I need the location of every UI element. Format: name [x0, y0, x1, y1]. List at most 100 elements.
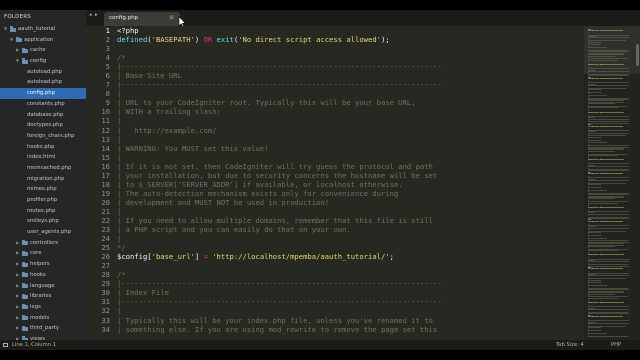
code-line[interactable]: | If it is not set, then CodeIgniter wil… — [117, 162, 584, 171]
disclosure-arrow-icon[interactable]: ▶ — [16, 291, 19, 302]
folder-icon — [22, 261, 28, 267]
code-line[interactable]: | URL to your CodeIgniter root. Typicall… — [117, 98, 584, 107]
sidebar-folder[interactable]: ▶ helpers — [0, 259, 86, 270]
code-line[interactable]: | — [117, 306, 584, 315]
minimap-stroke — [621, 316, 623, 317]
sidebar-file[interactable]: user_agents.php — [0, 227, 86, 238]
disclosure-arrow-icon[interactable]: ▶ — [16, 313, 19, 324]
sidebar-item-label: logs — [30, 303, 41, 310]
sidebar-folder[interactable]: ▶ cache — [0, 45, 86, 56]
code-line[interactable] — [117, 44, 584, 53]
line-number: 27 — [101, 261, 110, 271]
code-line[interactable]: | development and MUST NOT be used in pr… — [117, 198, 584, 207]
disclosure-arrow-icon[interactable]: ▼ — [10, 35, 13, 46]
disclosure-arrow-icon[interactable]: ▶ — [16, 302, 19, 313]
sidebar-file[interactable]: memcached.php — [0, 163, 86, 174]
code-line[interactable]: | Typically this will be your index.php … — [117, 316, 584, 325]
sidebar-file[interactable]: database.php — [0, 110, 86, 121]
code-area[interactable]: <?php defined('BASEPATH') OR exit('No dir… — [117, 26, 584, 340]
code-line[interactable]: | — [117, 234, 584, 243]
line-number: 1 — [105, 26, 110, 35]
sidebar-file[interactable]: hooks.php — [0, 142, 86, 153]
sidebar-folder[interactable]: ▼ application — [0, 35, 86, 46]
scrollbar-thumb[interactable] — [636, 44, 639, 66]
code-line[interactable]: | WITH a trailing slash: — [117, 107, 584, 116]
disclosure-arrow-icon[interactable]: ▶ — [16, 248, 19, 259]
code-line[interactable]: /* — [117, 270, 584, 279]
sidebar-file[interactable]: autoload.php — [0, 77, 86, 88]
sidebar-file[interactable]: profiler.php — [0, 195, 86, 206]
sidebar-folder[interactable]: ▶ controllers — [0, 238, 86, 249]
disclosure-arrow-icon[interactable]: ▶ — [16, 323, 19, 334]
line-number: 9 — [105, 98, 110, 108]
minimap[interactable] — [584, 26, 640, 340]
disclosure-arrow-icon[interactable]: ▶ — [16, 45, 19, 56]
code-line[interactable]: | your installation, but due to security… — [117, 171, 584, 180]
minimap-stroke — [588, 47, 608, 49]
sidebar-folder[interactable]: ▶ libraries — [0, 291, 86, 302]
letterbox-bottom — [0, 350, 640, 360]
code-line[interactable]: |---------------------------------------… — [117, 80, 584, 89]
disclosure-arrow-icon[interactable]: ▼ — [16, 56, 19, 67]
folder-icon — [22, 250, 28, 257]
disclosure-arrow-icon[interactable]: ▶ — [16, 270, 19, 281]
code-line[interactable]: | — [117, 153, 584, 162]
code-editor[interactable]: 1 2 3 4 5 6 7 8 9 10 11 12 13 14 15 16 17 18 19 20 21 22 23 24 2… — [86, 26, 584, 340]
code-line[interactable]: |---------------------------------------… — [117, 297, 584, 306]
disclosure-arrow-icon[interactable]: ▶ — [16, 281, 19, 292]
sidebar-file[interactable]: constants.php — [0, 99, 86, 110]
minimap-stroke — [600, 111, 623, 113]
code-line[interactable]: | — [117, 89, 584, 98]
code-line[interactable]: | http://example.com/ — [117, 126, 584, 135]
disclosure-arrow-icon[interactable]: ▶ — [16, 259, 19, 270]
sidebar-folder[interactable]: ▶ language — [0, 281, 86, 292]
sidebar-file[interactable]: config.php — [0, 88, 86, 99]
code-line[interactable]: |---------------------------------------… — [117, 279, 584, 288]
sidebar-file[interactable]: autoload.php — [0, 67, 86, 78]
sidebar-file[interactable]: foreign_chars.php — [0, 131, 86, 142]
minimap-stroke — [600, 302, 623, 303]
tab-close-icon[interactable]: ⊠ — [169, 15, 174, 21]
sidebar-file[interactable]: mimes.php — [0, 184, 86, 195]
sidebar-folder[interactable]: ▼ aauth_tutorial — [0, 24, 86, 35]
code-line[interactable]: | a PHP script and you can easily do tha… — [117, 225, 584, 234]
syntax-mode[interactable]: PHP — [611, 340, 621, 350]
sidebar-file[interactable]: migration.php — [0, 174, 86, 185]
code-line[interactable]: $config['base_url'] = 'http://localhost/… — [117, 252, 584, 261]
code-line[interactable]: |---------------------------------------… — [117, 62, 584, 71]
sidebar-file[interactable]: index.html — [0, 152, 86, 163]
tab-size[interactable]: Tab Size: 4 — [556, 340, 584, 350]
code-line[interactable]: | Index File — [117, 288, 584, 297]
nav-arrows-icon[interactable]: ◂ ▸ — [89, 12, 99, 18]
sidebar-folder[interactable]: ▼ config — [0, 56, 86, 67]
disclosure-arrow-icon[interactable]: ▼ — [4, 24, 7, 35]
code-line[interactable]: | — [117, 207, 584, 216]
sidebar-item-label: routes.php — [27, 207, 56, 214]
sidebar-folder[interactable]: ▶ logs — [0, 302, 86, 313]
status-bar: Line 1, Column 1 Tab Size: 4 PHP — [0, 340, 640, 350]
status-panel-icon[interactable] — [3, 343, 8, 347]
code-line[interactable]: | — [117, 116, 584, 125]
sidebar-file[interactable]: routes.php — [0, 206, 86, 217]
code-line[interactable]: | Base Site URL — [117, 71, 584, 80]
code-line[interactable]: | The auto-detection mechanism exists on… — [117, 189, 584, 198]
sidebar-folder[interactable]: ▶ core — [0, 248, 86, 259]
sidebar-file[interactable]: doctypes.php — [0, 120, 86, 131]
code-line[interactable]: | to $_SERVER['SERVER_ADDR'] if availabl… — [117, 180, 584, 189]
disclosure-arrow-icon[interactable]: ▶ — [16, 238, 19, 249]
code-line[interactable]: <?php — [117, 26, 584, 35]
code-line[interactable]: | — [117, 135, 584, 144]
sidebar-folder[interactable]: ▶ models — [0, 313, 86, 324]
code-line[interactable]: | If you need to allow multiple domains,… — [117, 216, 584, 225]
code-line[interactable]: defined('BASEPATH') OR exit('No direct s… — [117, 35, 584, 44]
code-line[interactable]: */ — [117, 243, 584, 252]
sidebar-file[interactable]: smileys.php — [0, 216, 86, 227]
sidebar-folder[interactable]: ▶ hooks — [0, 270, 86, 281]
code-line[interactable]: | something else. If you are using mod_r… — [117, 325, 584, 334]
code-line[interactable]: | WARNING: You MUST set this value! — [117, 144, 584, 153]
code-line[interactable] — [117, 261, 584, 270]
minimap-stroke — [621, 78, 623, 79]
sidebar-folder[interactable]: ▶ third_party — [0, 323, 86, 334]
tab-config-php[interactable]: config.php ⊠ — [104, 12, 180, 26]
code-line[interactable]: /* — [117, 53, 584, 62]
